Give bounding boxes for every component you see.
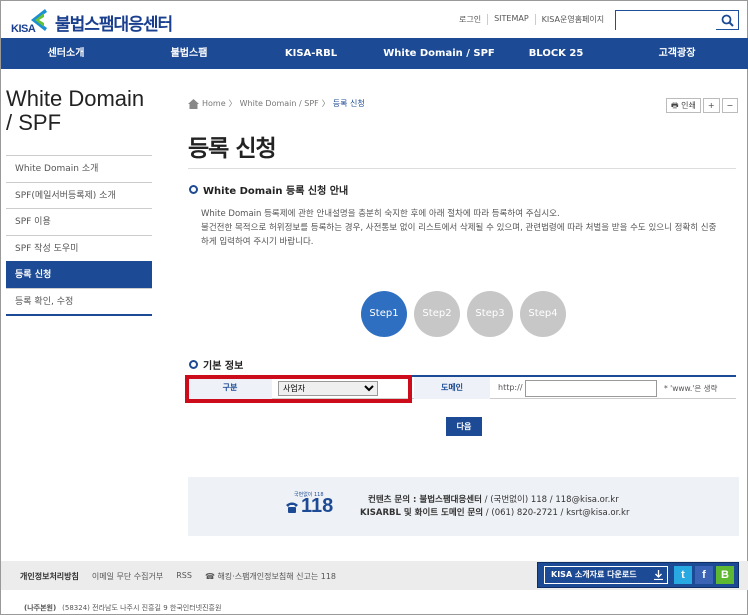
page-tools: 🖶 인쇄 + − bbox=[666, 98, 739, 113]
sitemap-link[interactable]: SITEMAP bbox=[487, 14, 535, 25]
section-guide-title: White Domain 등록 신청 안내 bbox=[203, 186, 349, 197]
nav-white-domain[interactable]: White Domain / SPF bbox=[371, 38, 507, 69]
site-logo[interactable]: KISA 불법스팸대응센터 bbox=[9, 7, 173, 37]
breadcrumb-parent[interactable]: White Domain / SPF bbox=[240, 99, 319, 108]
kisa-home-link[interactable]: KISA운영홈페이지 bbox=[534, 14, 610, 25]
bullet-icon bbox=[189, 360, 198, 369]
guide-line-2: 불건전한 목적으로 허위정보를 등록하는 경우, 사전통보 없이 리스트에서 삭… bbox=[201, 223, 717, 233]
contact-line-2-label: KISARBL 및 화이트 도메인 문의 bbox=[360, 508, 484, 518]
blog-icon[interactable]: B bbox=[716, 566, 734, 584]
step-1: Step1 bbox=[361, 291, 407, 337]
breadcrumb-separator: 〉 bbox=[228, 99, 237, 108]
nav-customer[interactable]: 고객광장 bbox=[637, 38, 717, 69]
print-icon: 🖶 bbox=[671, 101, 679, 110]
nav-block25[interactable]: BLOCK 25 bbox=[521, 38, 591, 69]
breadcrumb-separator: 〉 bbox=[321, 99, 330, 108]
contact-number: 118 bbox=[301, 495, 334, 517]
privacy-policy-link[interactable]: 개인정보처리방침 bbox=[20, 571, 79, 582]
login-link[interactable]: 로그인 bbox=[453, 14, 487, 25]
sidebar-item-spf-use[interactable]: SPF 이용 bbox=[6, 208, 152, 235]
sidebar-item-spf-helper[interactable]: SPF 작성 도우미 bbox=[6, 234, 152, 262]
zoom-out-button[interactable]: − bbox=[721, 98, 739, 113]
domain-input[interactable] bbox=[525, 380, 657, 397]
breadcrumb-current: 등록 신청 bbox=[332, 99, 365, 108]
download-label: KISA 소개자료 다운로드 bbox=[551, 570, 637, 579]
search-icon[interactable] bbox=[721, 14, 734, 27]
page-title: 등록 신청 bbox=[188, 136, 277, 162]
sidebar-item-white-domain-intro[interactable]: White Domain 소개 bbox=[6, 155, 152, 182]
report-118-link[interactable]: ☎ 해킹·스팸개인정보침해 신고는 118 bbox=[205, 571, 336, 582]
contact-box: 국번없이 118 118 컨텐츠 문의 : 불법스팸대응센터 / (국번없이) … bbox=[188, 477, 739, 536]
search-box bbox=[615, 10, 739, 32]
contact-line-1: 컨텐츠 문의 : 불법스팸대응센터 / (국번없이) 118 / 118@kis… bbox=[368, 493, 619, 505]
title-divider bbox=[188, 168, 736, 169]
step-4: Step4 bbox=[520, 291, 566, 337]
contact-line-1-label: 컨텐츠 문의 : 불법스팸대응센터 bbox=[368, 495, 482, 505]
domain-prefix: http:// bbox=[498, 383, 523, 392]
footer-address: (나주본원) (58324) 전라남도 나주시 진흥길 9 한국인터넷진흥원 bbox=[24, 603, 221, 613]
phone-icon bbox=[286, 502, 298, 513]
sidebar-item-register[interactable]: 등록 신청 bbox=[6, 261, 152, 288]
domain-label: 도메인 bbox=[414, 377, 490, 399]
section-heading-guide: White Domain 등록 신청 안내 bbox=[189, 182, 348, 197]
address-branch: (나주본원) bbox=[24, 604, 57, 612]
site-title: 불법스팸대응센터 bbox=[55, 14, 173, 35]
print-button[interactable]: 🖶 인쇄 bbox=[666, 98, 701, 113]
bullet-icon bbox=[189, 185, 198, 194]
section-basic-info-title: 기본 정보 bbox=[203, 361, 244, 372]
domain-hint: * 'www.'은 생략 bbox=[664, 384, 718, 393]
guide-line-1: White Domain 등록제에 관한 안내설명을 충분히 숙지한 후에 아래… bbox=[201, 209, 560, 219]
contact-line-1-detail: / (국번없이) 118 / 118@kisa.or.kr bbox=[481, 495, 619, 505]
sidebar-menu: White Domain 소개 SPF(메일서버등록제) 소개 SPF 이용 S… bbox=[6, 155, 152, 316]
search-input[interactable] bbox=[616, 14, 716, 32]
download-icon bbox=[654, 570, 663, 580]
step-2: Step2 bbox=[414, 291, 460, 337]
breadcrumb-home[interactable]: Home bbox=[202, 99, 226, 108]
footer-links: 개인정보처리방침 이메일 무단 수집거부 RSS ☎ 해킹·스팸개인정보침해 신… bbox=[20, 571, 336, 582]
section-heading-basic-info: 기본 정보 bbox=[189, 357, 243, 372]
step-3: Step3 bbox=[467, 291, 513, 337]
email-refusal-link[interactable]: 이메일 무단 수집거부 bbox=[92, 571, 163, 582]
highlight-box bbox=[185, 375, 412, 403]
sidebar-item-check-edit[interactable]: 등록 확인, 수정 bbox=[6, 287, 152, 315]
utility-links: 로그인 SITEMAP KISA운영홈페이지 bbox=[453, 14, 610, 25]
sidebar-item-spf-intro[interactable]: SPF(메일서버등록제) 소개 bbox=[6, 181, 152, 209]
kisa-download-button[interactable]: KISA 소개자료 다운로드 bbox=[544, 566, 668, 584]
nav-center-intro[interactable]: 센터소개 bbox=[21, 38, 111, 69]
twitter-icon[interactable]: t bbox=[674, 566, 692, 584]
guide-line-3: 하게 입력하여 주시기 바랍니다. bbox=[201, 237, 314, 247]
address-text: (58324) 전라남도 나주시 진흥길 9 한국인터넷진흥원 bbox=[62, 604, 222, 612]
facebook-icon[interactable]: f bbox=[695, 566, 713, 584]
kisa-logo-text: KISA bbox=[11, 23, 36, 35]
rss-link[interactable]: RSS bbox=[176, 571, 192, 582]
next-button[interactable]: 다음 bbox=[446, 417, 482, 436]
sidebar-title: White Domain / SPF bbox=[6, 86, 145, 135]
nav-spam[interactable]: 불법스팸 bbox=[146, 38, 232, 69]
zoom-in-button[interactable]: + bbox=[702, 98, 720, 113]
print-label: 인쇄 bbox=[681, 101, 696, 110]
breadcrumb: Home 〉 White Domain / SPF 〉 등록 신청 bbox=[188, 98, 365, 109]
contact-line-2: KISARBL 및 화이트 도메인 문의 / (061) 820-2721 / … bbox=[360, 506, 629, 518]
guide-text: White Domain 등록제에 관한 안내설명을 충분히 숙지한 후에 아래… bbox=[201, 207, 741, 249]
main-navigation: 센터소개 불법스팸 KISA-RBL White Domain / SPF BL… bbox=[1, 38, 748, 69]
nav-kisa-rbl[interactable]: KISA-RBL bbox=[271, 38, 351, 69]
kisa-logo-mark: KISA bbox=[9, 7, 49, 37]
download-bar: KISA 소개자료 다운로드 t f B bbox=[537, 562, 739, 588]
home-icon bbox=[188, 98, 199, 109]
contact-line-2-detail: / (061) 820-2721 / ksrt@kisa.or.kr bbox=[483, 508, 630, 518]
